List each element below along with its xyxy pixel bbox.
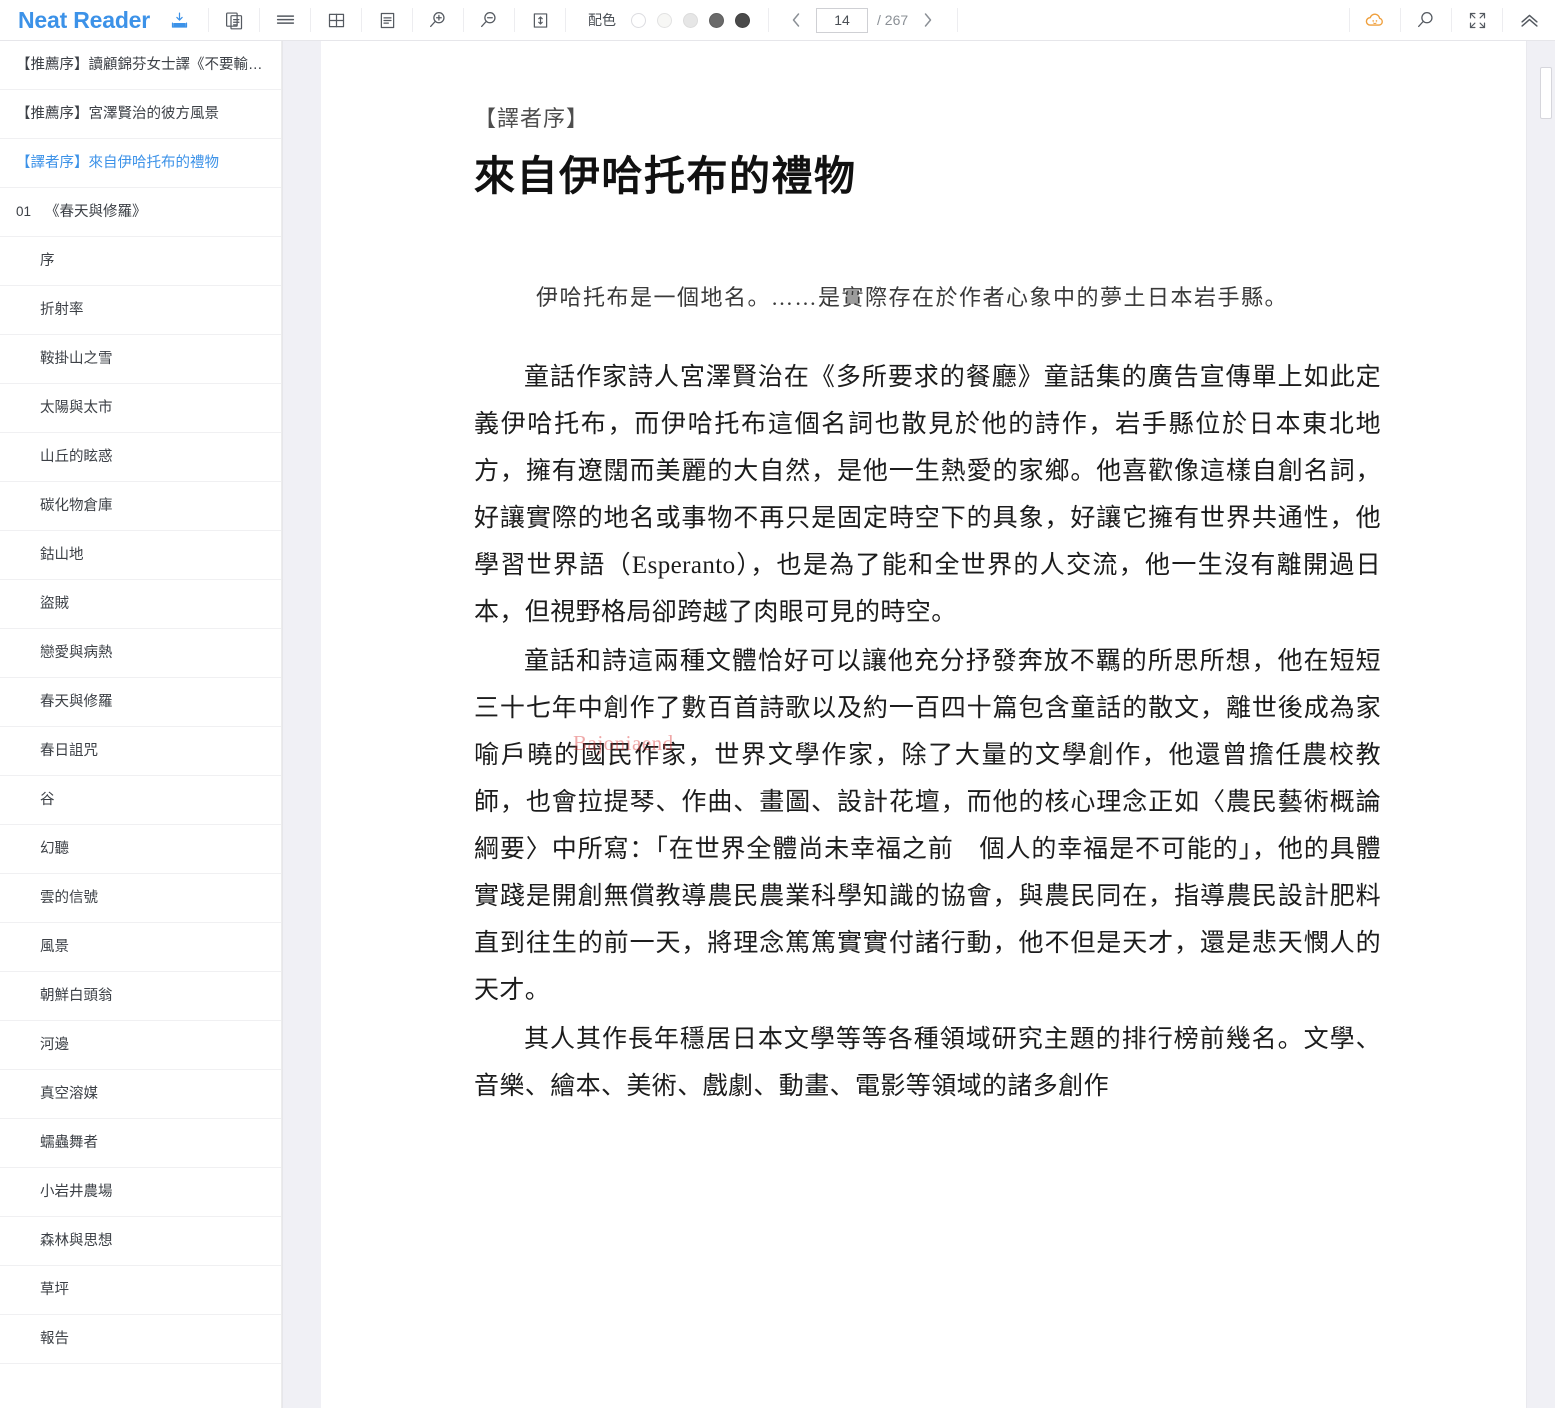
paragraph-0: 童話作家詩人宮澤賢治在《多所要求的餐廳》童話集的廣告宣傳單上如此定義伊哈托布，而… <box>474 364 1381 627</box>
prev-page-button[interactable] <box>785 7 807 33</box>
sidebar-item-22[interactable]: 蠕蟲舞者 <box>0 1119 281 1168</box>
page-gutter <box>282 41 321 1408</box>
sidebar-item-label: 河邊 <box>40 1036 69 1053</box>
sidebar-item-label: 戀愛與病熱 <box>40 644 113 661</box>
theme-dot-dark-gray[interactable] <box>709 12 725 28</box>
next-page-button[interactable] <box>917 7 939 33</box>
pagination: / 267 <box>769 0 957 40</box>
sidebar-item-label: 鞍掛山之雪 <box>40 350 113 367</box>
sidebar-item-label: 折射率 <box>40 301 84 318</box>
page-title: 來自伊哈托布的禮物 <box>474 153 857 199</box>
sidebar-item-18[interactable]: 風景 <box>0 923 281 972</box>
theme-dot-gray[interactable] <box>683 12 699 28</box>
collapse-up-icon[interactable] <box>1503 0 1555 40</box>
sidebar-item-label: 真空溶媒 <box>40 1085 98 1102</box>
sidebar-item-26[interactable]: 報告 <box>0 1315 281 1364</box>
sidebar-item-label: 蠕蟲舞者 <box>40 1134 98 1151</box>
page-content: 【譯者序】 來自伊哈托布的禮物 伊哈托布是一個地名。……是實際存在於作者心象中的… <box>321 41 1526 1110</box>
theme-label: 配色 <box>588 12 617 28</box>
sidebar-item-5[interactable]: 折射率 <box>0 286 281 335</box>
sidebar-item-25[interactable]: 草坪 <box>0 1266 281 1315</box>
sidebar-item-label: 幻聽 <box>40 840 69 857</box>
sidebar-item-12[interactable]: 戀愛與病熱 <box>0 629 281 678</box>
sidebar-item-15[interactable]: 谷 <box>0 776 281 825</box>
sidebar-item-label: 太陽與太市 <box>40 399 113 416</box>
sidebar-item-9[interactable]: 碳化物倉庫 <box>0 482 281 531</box>
sidebar-item-label: 雲的信號 <box>40 889 98 906</box>
sidebar-item-3[interactable]: 01 《春天與修羅》 <box>0 188 281 237</box>
sidebar-item-24[interactable]: 森林與思想 <box>0 1217 281 1266</box>
reader-page: 【譯者序】 來自伊哈托布的禮物 伊哈托布是一個地名。……是實際存在於作者心象中的… <box>321 41 1526 1408</box>
chapter-kicker: 【譯者序】 <box>474 106 590 131</box>
search-icon[interactable] <box>1401 0 1451 40</box>
grid-icon[interactable] <box>311 0 361 40</box>
brand-area: Neat Reader <box>0 0 208 40</box>
text-layout-icon[interactable] <box>362 0 412 40</box>
download-icon[interactable] <box>162 10 196 31</box>
fullscreen-icon[interactable] <box>1452 0 1502 40</box>
sidebar-item-label: 【譯者序】來自伊哈托布的禮物 <box>16 154 219 171</box>
epigraph-quote: 伊哈托布是一個地名。……是實際存在於作者心象中的夢土日本岩手縣。 <box>536 285 1289 310</box>
sidebar-item-8[interactable]: 山丘的眩惑 <box>0 433 281 482</box>
sidebar-item-label: 碳化物倉庫 <box>40 497 113 514</box>
sidebar-item-14[interactable]: 春日詛咒 <box>0 727 281 776</box>
sidebar-item-label: 報告 <box>40 1330 69 1347</box>
sidebar-item-20[interactable]: 河邊 <box>0 1021 281 1070</box>
sidebar-item-17[interactable]: 雲的信號 <box>0 874 281 923</box>
sidebar-item-11[interactable]: 盜賊 <box>0 580 281 629</box>
sidebar-item-label: 【推薦序】宮澤賢治的彼方風景 <box>16 105 219 122</box>
sidebar-item-label: 盜賊 <box>40 595 69 612</box>
top-toolbar: Neat Reader 配色 14 / 267 <box>0 0 1555 41</box>
zoom-in-icon[interactable] <box>413 0 463 40</box>
sidebar-item-10[interactable]: 鈷山地 <box>0 531 281 580</box>
sidebar-item-label: 谷 <box>40 791 55 808</box>
sidebar-item-label: 【推薦序】讀顧錦芬女士譯《不要輸給… <box>16 56 271 73</box>
body-text: 童話作家詩人宮澤賢治在《多所要求的餐廳》童話集的廣告宣傳單上如此定義伊哈托布，而… <box>474 354 1381 1110</box>
page-total-label: / 267 <box>877 12 909 28</box>
sidebar-item-label: 《春天與修羅》 <box>45 203 147 220</box>
sidebar-item-label: 風景 <box>40 938 69 955</box>
theme-dot-cream[interactable] <box>657 12 673 28</box>
sidebar-item-4[interactable]: 序 <box>0 237 281 286</box>
sidebar-item-label: 山丘的眩惑 <box>40 448 113 465</box>
sidebar-item-label: 森林與思想 <box>40 1232 113 1249</box>
sidebar-item-label: 序 <box>40 252 55 269</box>
sidebar-item-16[interactable]: 幻聽 <box>0 825 281 874</box>
sidebar-item-label: 春天與修羅 <box>40 693 113 710</box>
scrollbar-track[interactable] <box>1526 41 1555 1408</box>
sidebar-item-2[interactable]: 【譯者序】來自伊哈托布的禮物 <box>0 139 281 188</box>
copy-pages-icon[interactable] <box>209 0 259 40</box>
sidebar-item-19[interactable]: 朝鮮白頭翁 <box>0 972 281 1021</box>
cloud-icon[interactable] <box>1350 0 1400 40</box>
sidebar-item-23[interactable]: 小岩井農場 <box>0 1168 281 1217</box>
scrollbar-thumb[interactable] <box>1540 67 1552 119</box>
page-number-input[interactable] <box>816 7 869 33</box>
sidebar-item-1[interactable]: 【推薦序】宮澤賢治的彼方風景 <box>0 90 281 139</box>
table-of-contents-sidebar[interactable]: 【推薦序】讀顧錦芬女士譯《不要輸給… 【推薦序】宮澤賢治的彼方風景 【譯者序】來自伊… <box>0 41 282 1408</box>
color-theme-group: 配色 <box>566 0 768 40</box>
paragraph-1: 童話和詩這兩種文體恰好可以讓他充分抒發奔放不羈的所思所想，他在短短三十七年中創作… <box>474 648 1381 1005</box>
sidebar-item-21[interactable]: 真空溶媒 <box>0 1070 281 1119</box>
sidebar-item-13[interactable]: 春天與修羅 <box>0 678 281 727</box>
sidebar-item-label: 小岩井農場 <box>40 1183 113 1200</box>
sidebar-item-6[interactable]: 鞍掛山之雪 <box>0 335 281 384</box>
paragraph-2: 其人其作長年穩居日本文學等等各種領域研究主題的排行榜前幾名。文學、音樂、繪本、美… <box>474 1026 1381 1101</box>
toc-list: 【推薦序】讀顧錦芬女士譯《不要輸給… 【推薦序】宮澤賢治的彼方風景 【譯者序】來自伊… <box>0 41 281 1364</box>
zoom-out-icon[interactable] <box>464 0 514 40</box>
line-height-icon[interactable] <box>515 0 565 40</box>
theme-dot-white[interactable] <box>631 12 647 28</box>
sidebar-item-label: 草坪 <box>40 1281 69 1298</box>
theme-dot-black[interactable] <box>735 12 751 28</box>
lines-icon[interactable] <box>260 0 310 40</box>
sidebar-item-7[interactable]: 太陽與太市 <box>0 384 281 433</box>
sidebar-item-0[interactable]: 【推薦序】讀顧錦芬女士譯《不要輸給… <box>0 41 281 90</box>
sidebar-item-label: 朝鮮白頭翁 <box>40 987 113 1004</box>
sidebar-item-label: 鈷山地 <box>40 546 84 563</box>
sidebar-item-number: 01 <box>16 204 32 220</box>
app-title: Neat Reader <box>18 6 151 33</box>
sidebar-item-label: 春日詛咒 <box>40 742 98 759</box>
